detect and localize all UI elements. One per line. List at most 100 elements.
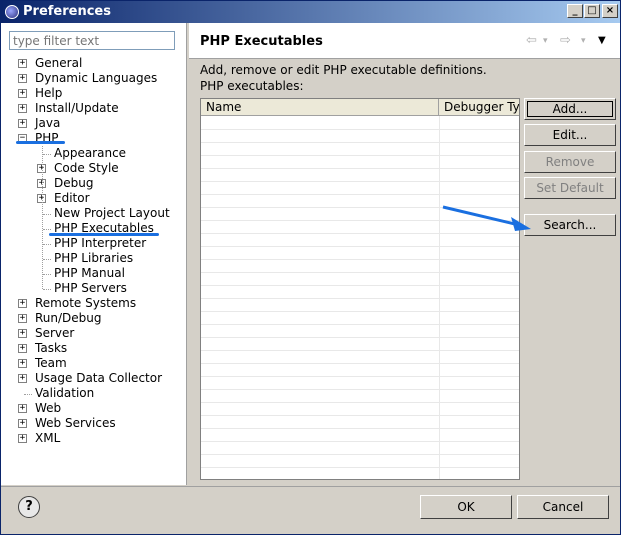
executables-underline-annotation <box>49 233 159 236</box>
tree-item[interactable]: Appearance <box>54 146 126 161</box>
expand-icon[interactable]: + <box>18 404 27 413</box>
expand-icon[interactable]: + <box>18 299 27 308</box>
table-row-line <box>201 415 519 416</box>
cancel-button[interactable]: Cancel <box>517 495 609 519</box>
table-row-line <box>201 441 519 442</box>
table-row-line <box>201 155 519 156</box>
table-row-line <box>201 311 519 312</box>
back-arrow-icon[interactable]: ⇦ <box>526 33 537 48</box>
tree-item[interactable]: New Project Layout <box>54 206 170 221</box>
close-button[interactable]: × <box>602 4 618 18</box>
tree-item[interactable]: Usage Data Collector <box>35 371 162 386</box>
view-menu-icon[interactable]: ▼ <box>598 35 606 46</box>
tree-item[interactable]: Server <box>35 326 74 341</box>
preferences-tree: General + Dynamic Languages + Help + Install/U… <box>5 55 185 485</box>
table-row-line <box>201 168 519 169</box>
tree-item[interactable]: Run/Debug <box>35 311 102 326</box>
maximize-button[interactable]: □ <box>584 4 600 18</box>
table-row-line <box>201 324 519 325</box>
table-row-line <box>201 298 519 299</box>
tree-item[interactable]: Code Style <box>54 161 119 176</box>
tree-item[interactable]: Java <box>35 116 60 131</box>
table-row-line <box>201 259 519 260</box>
eclipse-icon <box>5 5 19 19</box>
expand-icon[interactable]: + <box>18 104 27 113</box>
tree-item[interactable]: Help <box>35 86 62 101</box>
forward-menu-icon[interactable]: ▾ <box>581 36 586 46</box>
page-title: PHP Executables <box>200 34 323 49</box>
table-row-line <box>201 337 519 338</box>
executables-table[interactable]: Name Debugger Ty <box>200 98 520 480</box>
tree-item[interactable]: Install/Update <box>35 101 119 116</box>
table-row-line <box>201 285 519 286</box>
expand-icon[interactable]: + <box>18 119 27 128</box>
tree-item[interactable]: Editor <box>54 191 90 206</box>
expand-icon[interactable]: + <box>18 74 27 83</box>
ok-button[interactable]: OK <box>420 495 512 519</box>
minimize-button[interactable]: _ <box>567 4 583 18</box>
tree-item[interactable]: XML <box>35 431 60 446</box>
column-header-name[interactable]: Name <box>201 99 439 116</box>
tree-item[interactable]: PHP Servers <box>54 281 127 296</box>
table-row-line <box>201 467 519 468</box>
expand-icon[interactable]: + <box>18 359 27 368</box>
tree-item[interactable]: Web <box>35 401 61 416</box>
table-row-line <box>201 194 519 195</box>
tree-item[interactable]: Web Services <box>35 416 116 431</box>
tree-item[interactable]: Dynamic Languages <box>35 71 157 86</box>
tree-item[interactable]: Remote Systems <box>35 296 136 311</box>
table-column-line <box>439 116 440 479</box>
tree-guide-line <box>42 146 43 289</box>
php-underline-annotation <box>16 141 65 144</box>
set-default-button[interactable]: Set Default <box>524 177 616 199</box>
expand-icon[interactable]: + <box>18 419 27 428</box>
table-row-line <box>201 142 519 143</box>
table-row-line <box>201 350 519 351</box>
expand-icon[interactable]: + <box>18 329 27 338</box>
forward-arrow-icon[interactable]: ⇨ <box>560 33 571 48</box>
tree-connector <box>43 259 51 260</box>
preferences-window: Preferences _ □ × General + Dynamic Langua… <box>0 0 621 535</box>
tree-connector <box>43 214 51 215</box>
table-row-line <box>201 389 519 390</box>
column-header-debugger[interactable]: Debugger Ty <box>439 99 519 116</box>
tree-item[interactable]: Tasks <box>35 341 67 356</box>
table-row-line <box>201 363 519 364</box>
window-title: Preferences <box>23 4 111 19</box>
tree-connector <box>43 154 51 155</box>
table-row-line <box>201 402 519 403</box>
page-header: PHP Executables ⇦ ▾ ⇨ ▾ ▼ <box>189 23 620 59</box>
tree-connector <box>43 274 51 275</box>
page-body: Add, remove or edit PHP executable defin… <box>189 60 620 485</box>
tree-item[interactable]: PHP Interpreter <box>54 236 146 251</box>
tree-connector <box>43 289 51 290</box>
table-row-line <box>201 272 519 273</box>
table-row-line <box>201 129 519 130</box>
filter-input[interactable] <box>9 31 175 50</box>
tree-item[interactable]: PHP Manual <box>54 266 125 281</box>
add-button[interactable]: Add... <box>524 98 616 120</box>
tree-connector <box>43 244 51 245</box>
title-bar[interactable]: Preferences _ □ × <box>1 1 620 23</box>
tree-connector <box>24 394 32 395</box>
tree-item[interactable]: General <box>35 56 82 71</box>
table-row-line <box>201 428 519 429</box>
tree-connector <box>43 229 51 230</box>
table-row-line <box>201 454 519 455</box>
expand-icon[interactable]: + <box>18 344 27 353</box>
expand-icon[interactable]: + <box>18 314 27 323</box>
edit-button[interactable]: Edit... <box>524 124 616 146</box>
expand-icon[interactable]: + <box>18 59 27 68</box>
expand-icon[interactable]: + <box>18 89 27 98</box>
tree-item[interactable]: Validation <box>35 386 94 401</box>
tree-item[interactable]: PHP Libraries <box>54 251 133 266</box>
help-icon[interactable]: ? <box>18 496 40 518</box>
expand-icon[interactable]: + <box>18 374 27 383</box>
expand-icon[interactable]: + <box>18 434 27 443</box>
tree-item[interactable]: Debug <box>54 176 93 191</box>
remove-button[interactable]: Remove <box>524 151 616 173</box>
tree-item[interactable]: Team <box>35 356 67 371</box>
back-menu-icon[interactable]: ▾ <box>543 36 548 46</box>
table-row-line <box>201 246 519 247</box>
footer-separator <box>1 486 620 487</box>
